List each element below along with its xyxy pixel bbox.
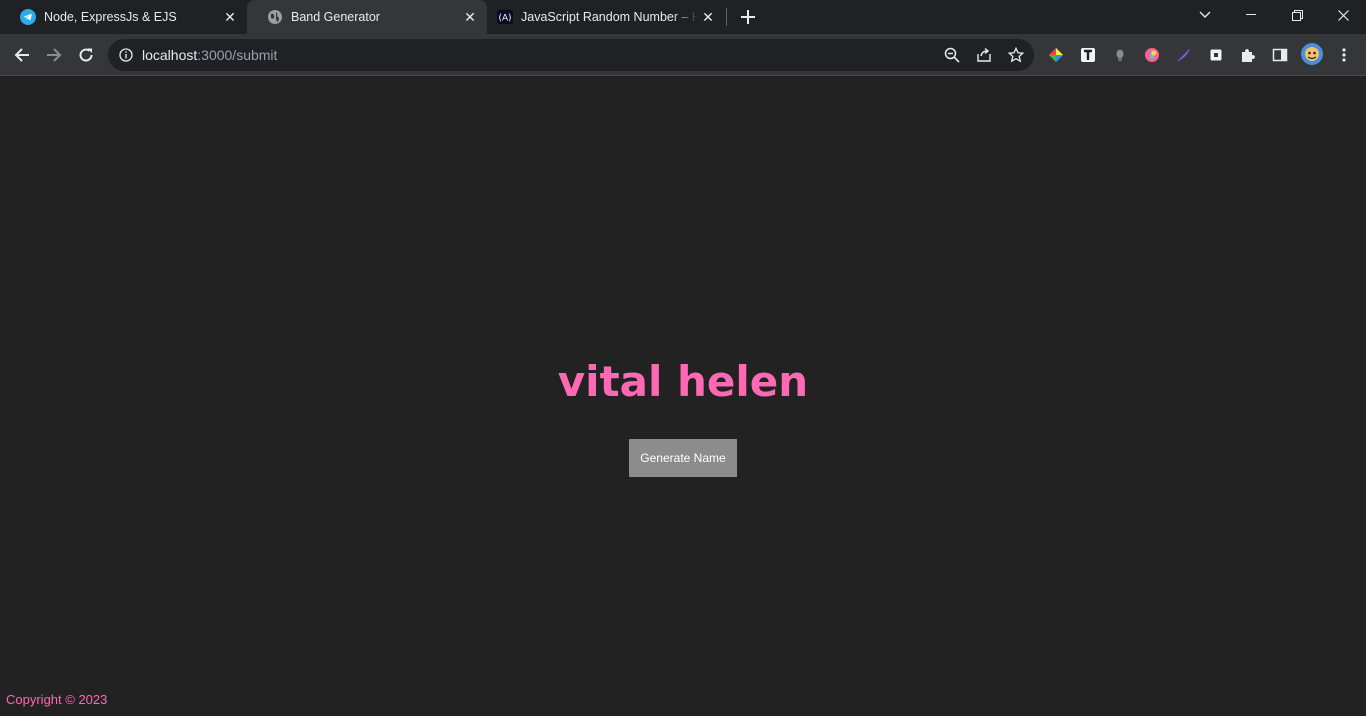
tab-search-button[interactable] [1182, 0, 1228, 30]
close-tab-icon[interactable]: ✕ [699, 8, 717, 26]
url-host: localhost [142, 47, 198, 63]
svg-text:(A): (A) [499, 14, 512, 24]
new-tab-button[interactable] [737, 6, 759, 28]
square-icon[interactable] [1206, 45, 1226, 65]
close-tab-icon[interactable]: ✕ [221, 8, 239, 26]
forward-button[interactable] [40, 41, 68, 69]
address-bar[interactable]: localhost:3000/submit [108, 39, 1034, 71]
tab-title: Node, ExpressJs & EJS [44, 10, 177, 24]
drop-icon[interactable] [1142, 45, 1162, 65]
arrow-left-icon [14, 48, 29, 62]
restore-button[interactable] [1274, 0, 1320, 30]
tab-node-express[interactable]: Node, ExpressJs & EJS ✕ [0, 0, 247, 34]
close-window-button[interactable] [1320, 0, 1366, 30]
copyright-footer: Copyright © 2023 [6, 692, 108, 707]
minimize-button[interactable] [1228, 0, 1274, 30]
bulb-icon[interactable] [1110, 45, 1130, 65]
devsite-icon: (A) [497, 9, 513, 25]
generate-name-button[interactable]: Generate Name [629, 439, 737, 477]
bookmark-star-icon[interactable] [1006, 45, 1026, 65]
tab-title: JavaScript Random Number – How to Genera… [521, 10, 699, 24]
reload-button[interactable] [72, 41, 100, 69]
sidepanel-icon[interactable] [1270, 45, 1290, 65]
info-icon[interactable] [118, 47, 134, 63]
color-wheel-icon[interactable] [1046, 45, 1066, 65]
band-name-heading: vital helen [557, 357, 809, 406]
telegram-icon [20, 9, 36, 25]
tab-strip: Node, ExpressJs & EJS ✕ Band Generator ✕… [0, 0, 1366, 34]
t-icon[interactable] [1078, 45, 1098, 65]
close-tab-icon[interactable]: ✕ [461, 8, 479, 26]
puzzle-icon[interactable] [1238, 45, 1258, 65]
more-menu-icon[interactable] [1334, 45, 1354, 65]
tab-title: Band Generator [291, 10, 380, 24]
arrow-right-icon [47, 48, 62, 62]
browser-toolbar: localhost:3000/submit [0, 34, 1366, 76]
feather-icon[interactable] [1174, 45, 1194, 65]
avatar[interactable] [1300, 42, 1324, 66]
globe-icon [267, 9, 283, 25]
share-icon[interactable] [974, 45, 994, 65]
url-path: :3000/submit [197, 47, 278, 63]
back-button[interactable] [8, 41, 36, 69]
tab-divider [726, 8, 727, 26]
tab-band-generator[interactable]: Band Generator ✕ [247, 0, 487, 34]
reload-icon [79, 48, 93, 62]
page-content: vital helen Generate Name Copyright © 20… [0, 77, 1366, 716]
url-text[interactable]: localhost:3000/submit [142, 47, 277, 63]
zoom-icon[interactable] [942, 45, 962, 65]
tab-js-random-number[interactable]: (A) JavaScript Random Number – How to Ge… [487, 0, 725, 34]
